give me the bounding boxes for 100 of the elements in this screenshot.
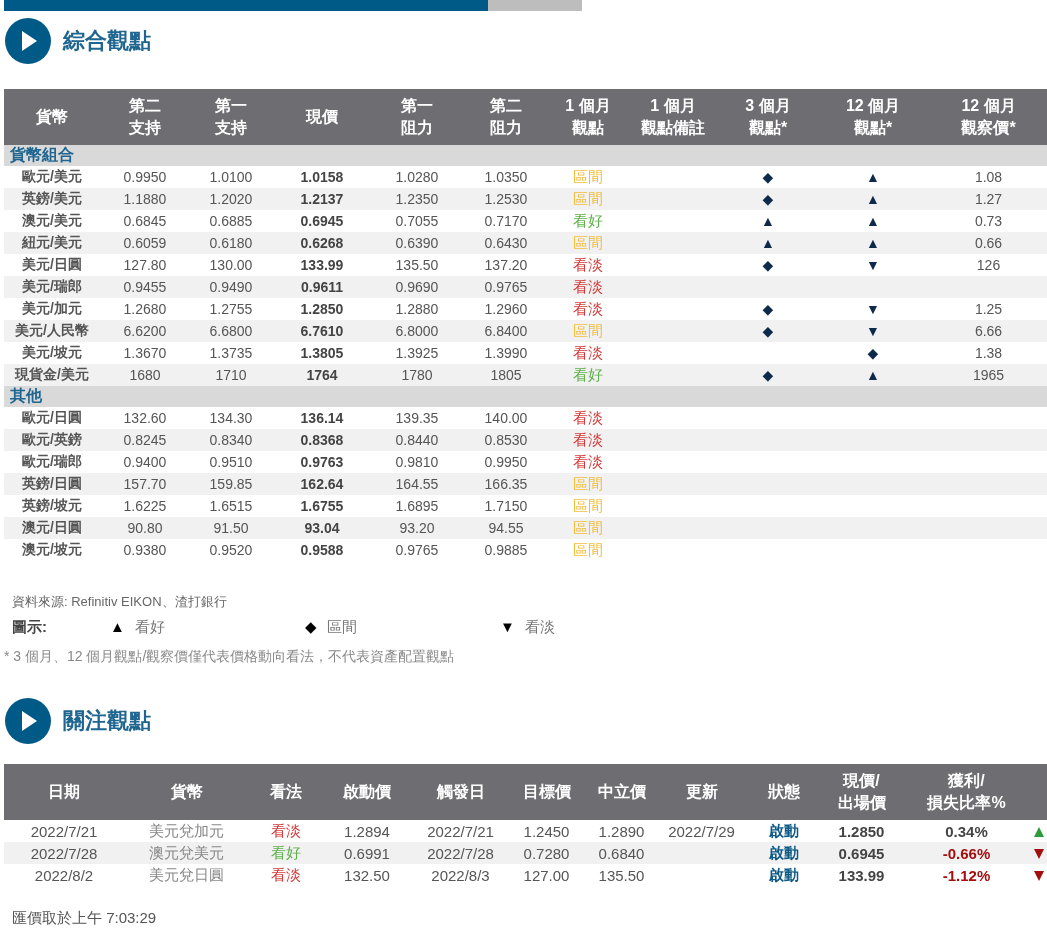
table-cell: 0.9490 (209, 279, 253, 295)
table-cell: 1.1880 (123, 191, 167, 207)
table-cell: 0.9690 (395, 279, 439, 295)
legend-symbol: ▼ (500, 617, 515, 637)
legend-text: 區間 (326, 617, 357, 637)
outlook-symbol: ◆ (867, 345, 879, 361)
table-cell: 136.14 (300, 410, 344, 426)
group-header: 貨幣組合 (9, 146, 74, 163)
footnote: * 3 個月、12 個月觀點/觀察價僅代表價格動向看法，不代表資產配置觀點 (4, 648, 456, 666)
currency-pair: 歐元/瑞郎 (22, 453, 82, 469)
table-cell: 0.9810 (395, 454, 439, 470)
table-cell: 1.3925 (395, 345, 439, 361)
table-cell: 126 (976, 257, 1001, 273)
outlook-symbol: ▲ (761, 235, 775, 251)
table-cell: 1.0158 (300, 169, 344, 185)
currency-pair: 美元/日圓 (22, 256, 82, 272)
outlook-label: 區間 (573, 233, 603, 252)
play-icon[interactable] (5, 18, 51, 64)
outlook-label: 區間 (573, 474, 603, 493)
table-cell: 1.3805 (300, 345, 344, 361)
outlook-label: 看淡 (270, 821, 301, 840)
table-cell: 0.9455 (123, 279, 167, 295)
table-cell: 0.8368 (300, 432, 344, 448)
outlook-symbol: ▼ (866, 301, 880, 317)
column-header: 現價/ 出場價 (824, 764, 899, 820)
table-cell: 0.6945 (300, 213, 344, 229)
currency-pair: 美元/瑞郎 (22, 278, 82, 294)
column-header: 現價 (272, 89, 372, 145)
table-cell: 1.25 (974, 301, 1003, 317)
legend-symbol: ▲ (110, 617, 125, 637)
table-cell: 132.60 (123, 410, 167, 426)
status-label: 啟動 (769, 865, 799, 883)
currency-pair: 澳元/日圓 (22, 519, 82, 535)
outlook-label: 看淡 (573, 343, 603, 362)
table-cell: 1.2890 (598, 822, 645, 840)
table-cell: 135.50 (395, 257, 439, 273)
table-cell: 157.70 (123, 476, 167, 492)
table-cell: 1.2850 (300, 301, 344, 317)
table-cell: 1.2755 (209, 301, 253, 317)
table-cell: 0.7280 (523, 844, 570, 862)
table-cell: 162.64 (300, 476, 344, 492)
outlook-label: 區間 (573, 167, 603, 186)
table-cell: 2022/8/3 (431, 866, 490, 884)
column-header: 看法 (249, 764, 322, 820)
table-cell: 6.7610 (300, 323, 344, 339)
currency-pair: 美元兌日圓 (149, 865, 224, 884)
table-cell: 0.9510 (209, 454, 253, 470)
outlook-symbol: ▲ (866, 367, 880, 383)
table-cell: 133.99 (300, 257, 344, 273)
outlook-label: 看淡 (573, 255, 603, 274)
table-cell: 1805 (490, 367, 522, 383)
legend-label: 圖示: (12, 617, 48, 637)
table-cell: 1.3670 (123, 345, 167, 361)
source-note: 資料來源: Refinitiv EIKON、渣打銀行 (12, 593, 228, 611)
table-cell: 0.9950 (484, 454, 528, 470)
outlook-label: 看好 (270, 843, 301, 862)
table-cell: 6.6800 (209, 323, 253, 339)
currency-pair: 英鎊/美元 (22, 190, 82, 206)
legend-text: 看淡 (524, 617, 555, 637)
table-cell: 140.00 (484, 410, 528, 426)
table-cell: 0.6268 (300, 235, 344, 251)
table-cell: 0.6180 (209, 235, 253, 251)
table-cell: 1.2137 (300, 191, 344, 207)
outlook-symbol: ◆ (762, 191, 774, 207)
table-cell: 93.20 (399, 520, 435, 536)
table-cell: 2022/7/28 (427, 844, 494, 862)
column-header: 12 個月 觀察價* (930, 89, 1047, 145)
table-cell: 1.2960 (484, 301, 528, 317)
table-cell: 0.7170 (484, 213, 528, 229)
up-triangle-icon (1034, 826, 1044, 837)
table-cell: 0.6390 (395, 235, 439, 251)
currency-pair: 歐元/美元 (22, 168, 82, 184)
outlook-symbol: ▲ (866, 213, 880, 229)
outlook-symbol: ◆ (762, 257, 774, 273)
column-header: 第二 支持 (100, 89, 190, 145)
table-cell: 166.35 (484, 476, 528, 492)
column-header: 狀態 (744, 764, 824, 820)
table-cell: 1.2450 (523, 822, 570, 840)
column-header: 第一 支持 (190, 89, 272, 145)
table-cell: 0.34% (945, 822, 988, 840)
column-header: 中立價 (584, 764, 659, 820)
down-triangle-icon (1034, 848, 1044, 859)
column-header: 觸發日 (412, 764, 509, 820)
play-icon[interactable] (5, 698, 51, 744)
column-header: 啟動價 (322, 764, 412, 820)
currency-pair: 歐元/日圓 (22, 409, 82, 425)
currency-pair: 澳元/坡元 (22, 541, 82, 557)
column-header: 目標價 (509, 764, 584, 820)
table-cell: 0.9520 (209, 542, 253, 558)
outlook-symbol: ▲ (866, 235, 880, 251)
column-header: 貨幣 (124, 764, 249, 820)
outlook-label: 看淡 (573, 277, 603, 296)
table-cell: 91.50 (213, 520, 249, 536)
legend-symbol: ◆ (305, 617, 317, 637)
table-cell: 0.6840 (598, 844, 645, 862)
outlook-label: 看淡 (573, 430, 603, 449)
table-cell: 1764 (306, 367, 338, 383)
table-cell: 6.8000 (395, 323, 439, 339)
column-header: 12 個月 觀點* (816, 89, 930, 145)
table-cell: 1.2880 (395, 301, 439, 317)
